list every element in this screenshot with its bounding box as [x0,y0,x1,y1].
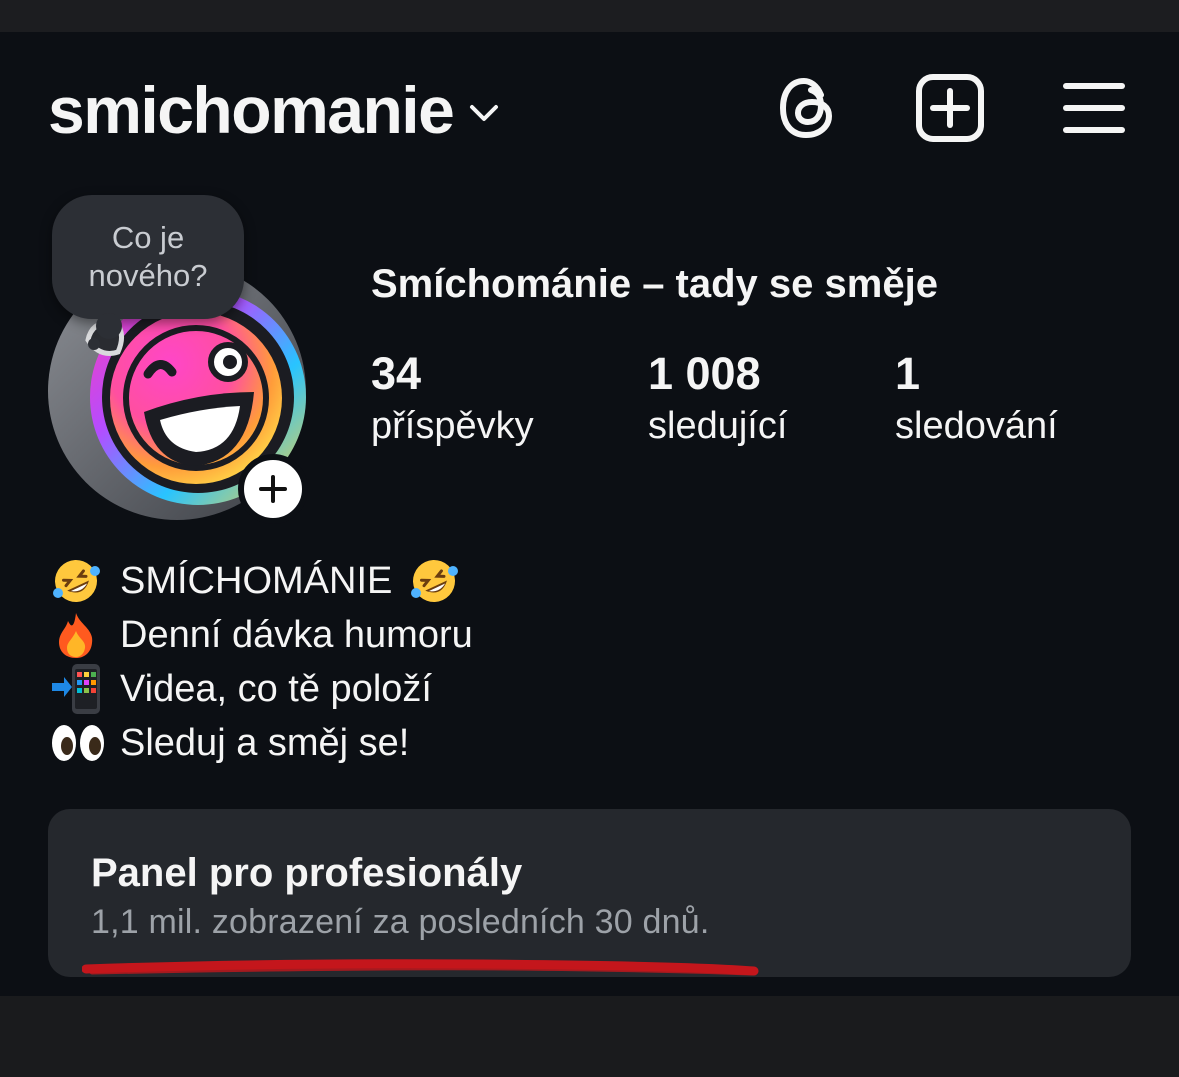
rolling-on-floor-laughing-emoji [50,557,106,605]
bio-line: SMÍCHOMÁNIE [50,554,478,608]
note-bubble[interactable]: Co je nového? [52,195,244,319]
plus-icon [259,475,287,503]
threads-icon[interactable] [770,72,842,144]
stat-following-value: 1 [895,348,921,399]
stat-following-label: sledování [895,405,1058,447]
bio-line: Sleduj a směj se! [50,716,478,770]
note-bubble-tail-dot [88,338,100,350]
stat-posts-value: 34 [371,348,422,399]
mobile-phone-arrow-emoji [50,664,106,714]
rolling-on-floor-laughing-emoji [408,557,464,605]
bio-line-text: SMÍCHOMÁNIE [120,559,393,602]
eyes-emoji [50,719,106,767]
stat-followers-label: sledující [648,405,788,447]
bio-line: Denní dávka humoru [50,608,478,662]
bio-line-text: Denní dávka humoru [120,613,473,656]
professional-dashboard-title: Panel pro profesionály [91,851,523,895]
red-underline-annotation [82,959,759,976]
professional-dashboard-card[interactable]: Panel pro profesionály 1,1 mil. zobrazen… [48,809,1131,977]
menu-icon [1063,83,1125,133]
stat-followers-value: 1 008 [648,348,761,399]
bottom-strip [0,996,1179,1077]
professional-dashboard-views: 1,1 mil. zobrazení za posledních 30 dnů. [91,903,710,941]
bio-line-text: Videa, co tě položí [120,667,432,710]
username: smichomanie [48,73,455,147]
note-bubble-tail [96,313,122,339]
bio: SMÍCHOMÁNIE Denní dávka humoru Videa, co… [50,554,478,770]
new-post-button[interactable] [914,72,986,144]
note-prompt-line1: Co je [111,220,185,255]
stat-posts[interactable]: 34 příspěvky [371,348,534,452]
note-prompt-line2: nového? [88,258,208,293]
threads-icon-glyph [779,77,833,139]
bio-line: Videa, co tě položí [50,662,478,716]
fire-emoji [50,611,106,659]
add-story-button[interactable] [238,454,308,524]
new-post-icon [916,74,984,142]
bio-line-text: Sleduj a směj se! [120,721,410,764]
menu-button[interactable] [1058,72,1130,144]
stat-followers[interactable]: 1 008 sledující [648,348,787,452]
status-bar-strip [0,0,1179,32]
display-name: Smíchománie – tady se směje [371,262,938,306]
account-switcher[interactable]: smichomanie [48,72,499,148]
chevron-down-icon [470,105,499,121]
stat-posts-label: příspěvky [371,405,534,447]
stat-following[interactable]: 1 sledování [895,348,1058,452]
